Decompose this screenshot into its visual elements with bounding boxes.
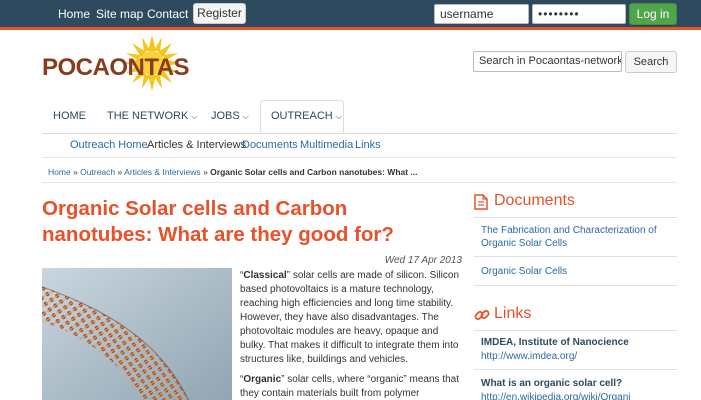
breadcrumb: Home » Outreach » Articles & Interviews … [48, 167, 418, 177]
login-button[interactable]: Log in [629, 3, 677, 25]
mainnav-outreach-label: OUTREACH [271, 110, 333, 122]
topnav-sitemap-link[interactable]: Site map [96, 7, 143, 21]
breadcrumb-separator: » [203, 167, 208, 177]
link-title[interactable]: IMDEA, Institute of Nanocience [481, 337, 629, 348]
breadcrumb-divider [42, 182, 677, 183]
mainnav-outreach[interactable]: OUTREACH ⌵ [271, 110, 342, 122]
topnav-home-link[interactable]: Home [58, 7, 90, 21]
article-paragraph-2: “Organic” solar cells, where “organic” m… [240, 373, 462, 400]
subnav-outreach-home[interactable]: Outreach Home [70, 139, 148, 151]
mainnav-home[interactable]: HOME [53, 110, 86, 122]
sidebar-divider [474, 369, 677, 370]
register-button[interactable]: Register [193, 3, 246, 24]
mainnav-the-network-label: THE NETWORK [107, 110, 189, 122]
document-link[interactable]: Organic Solar Cells [481, 265, 671, 278]
documents-heading-label: Documents [494, 192, 575, 209]
link-url[interactable]: http://www.imdea.org/ [481, 351, 577, 362]
site-search-input[interactable]: Search in Pocaontas-network.eu [473, 51, 622, 72]
link-url[interactable]: http://en.wikipedia.org/wiki/Organi [481, 392, 631, 400]
subnav-multimedia[interactable]: Multimedia [300, 139, 353, 151]
subnav-divider [42, 157, 677, 158]
breadcrumb-separator: » [73, 167, 78, 177]
topnav-contact-link[interactable]: Contact [147, 7, 188, 21]
username-input[interactable]: username [434, 4, 529, 24]
chevron-down-icon: ⌵ [191, 112, 198, 121]
mainnav-jobs-label: JOBS [211, 110, 240, 122]
links-heading-label: Links [494, 305, 532, 322]
sidebar-divider [474, 285, 677, 286]
breadcrumb-separator: » [117, 167, 123, 177]
password-input[interactable]: •••••••• [532, 4, 626, 24]
subnav-articles-interviews[interactable]: Articles & Interviews [147, 139, 246, 151]
mainnav-the-network[interactable]: THE NETWORK ⌵ [107, 110, 197, 122]
link-chain-icon [474, 310, 490, 320]
sidebar-divider [474, 217, 677, 218]
breadcrumb-current: Organic Solar cells and Carbon nanotubes… [210, 167, 418, 177]
breadcrumb-home[interactable]: Home [48, 167, 71, 177]
article-p1-body: solar cells are made of silicon. Silicon… [240, 270, 460, 365]
site-search-button[interactable]: Search [625, 51, 677, 73]
article-p1-lead: Classical [243, 270, 287, 281]
sidebar-divider [474, 330, 677, 331]
article-title: Organic Solar cells and Carbon nanotubes… [42, 197, 394, 246]
mainnav-jobs[interactable]: JOBS ⌵ [211, 110, 249, 122]
mainnav-divider [42, 133, 677, 134]
carbon-nanotube-image [42, 268, 232, 400]
article-p2-lead: Organic [243, 374, 282, 385]
breadcrumb-outreach[interactable]: Outreach [80, 167, 115, 177]
document-icon [474, 194, 488, 210]
subnav-documents[interactable]: Documents [242, 139, 298, 151]
subnav-links[interactable]: Links [355, 139, 381, 151]
article-paragraph-1: “Classical” solar cells are made of sili… [240, 269, 462, 367]
mainnav-home-label: HOME [53, 110, 86, 122]
chevron-down-icon: ⌵ [242, 112, 249, 121]
link-title[interactable]: What is an organic solar cell? [481, 378, 622, 389]
document-link[interactable]: The Fabrication and Characterization of … [481, 224, 671, 250]
article-date: Wed 17 Apr 2013 [384, 255, 462, 266]
logo-wordmark[interactable]: POCAONTAS [42, 54, 190, 82]
breadcrumb-articles[interactable]: Articles & Interviews [124, 167, 201, 177]
chevron-down-icon: ⌵ [335, 112, 342, 121]
sidebar-divider [474, 256, 677, 257]
top-bar-accent-stripe [0, 27, 701, 30]
